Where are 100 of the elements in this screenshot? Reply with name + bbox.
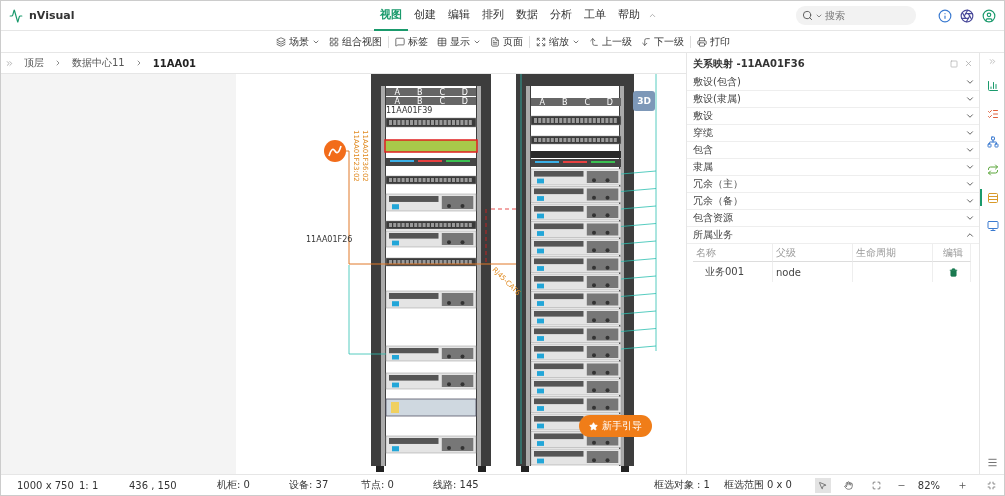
menu-tab[interactable]: 工单 xyxy=(578,1,612,31)
port-label: D xyxy=(606,98,613,107)
delete-icon[interactable] xyxy=(948,267,958,277)
toolbar-button[interactable]: 页面 xyxy=(486,34,526,49)
pointer-tool[interactable] xyxy=(814,477,831,493)
breadcrumb-item[interactable]: 数据中心11 xyxy=(72,56,125,70)
monitor-icon xyxy=(987,219,999,232)
list-icon xyxy=(987,107,999,120)
port-label: C xyxy=(439,97,446,106)
toolbar-button[interactable]: 缩放 xyxy=(532,34,583,49)
toolbar-button[interactable]: 场景 xyxy=(272,34,323,49)
port-label: D xyxy=(461,88,468,97)
accordion-header[interactable]: 冗余（主） xyxy=(687,176,979,193)
settings-icon[interactable] xyxy=(960,8,974,23)
section-label: 包含资源 xyxy=(693,211,733,225)
level-down-icon xyxy=(640,36,651,47)
search-field[interactable]: 搜索 xyxy=(825,10,895,21)
rack-foot xyxy=(478,466,486,472)
menu-tab[interactable]: 创建 xyxy=(408,1,442,31)
printer-icon xyxy=(696,36,707,47)
dashed-link xyxy=(485,208,519,265)
menu-tab[interactable]: 分析 xyxy=(544,1,578,31)
section-label: 冗余（备） xyxy=(693,194,743,208)
column-header: 名称 xyxy=(693,244,773,262)
menu-tab[interactable]: 数据 xyxy=(510,1,544,31)
fit-icon[interactable] xyxy=(871,480,881,490)
close-icon[interactable] xyxy=(964,59,973,68)
port-label: D xyxy=(461,97,468,106)
column-header: 生命周期 xyxy=(853,244,933,262)
port-label: B xyxy=(417,97,423,106)
status-count: 节点: 0 xyxy=(361,478,395,492)
chevron-icon xyxy=(54,59,62,67)
section-label: 敷设(包含) xyxy=(693,75,741,89)
table-cell: 业务001 xyxy=(693,262,773,282)
toolbar-button[interactable]: 打印 xyxy=(693,34,733,49)
toolbar-button[interactable]: 组合视图 xyxy=(325,34,385,49)
accordion-header[interactable]: 隶属 xyxy=(687,159,979,176)
port-label: C xyxy=(584,98,591,107)
accordion-header[interactable]: 敷设(包含) xyxy=(687,74,979,91)
panel-title: 关系映射 -11AA01F36 xyxy=(693,56,805,71)
toolbar-button[interactable]: 显示 xyxy=(433,34,484,49)
port-label: B xyxy=(417,88,423,97)
toolbar-button[interactable]: 标签 xyxy=(391,34,431,49)
accordion-header[interactable]: 敷设 xyxy=(687,108,979,125)
zoom-icon xyxy=(535,36,546,47)
rack-label: 11AA01F39 xyxy=(386,106,433,115)
section-label: 穿缆 xyxy=(693,126,713,140)
tag-icon xyxy=(394,36,405,47)
star-icon xyxy=(589,421,598,431)
chart-icon xyxy=(987,79,999,92)
search-bar[interactable]: 搜索 xyxy=(796,6,916,25)
info-icon[interactable] xyxy=(938,8,952,23)
fullscreen-icon[interactable] xyxy=(987,480,996,490)
accordion-header[interactable]: 穿缆 xyxy=(687,125,979,142)
column-header: 编辑 xyxy=(933,244,971,262)
accordion-header[interactable]: 敷设(隶属) xyxy=(687,91,979,108)
section-label: 敷设 xyxy=(693,109,713,123)
repeat-icon xyxy=(987,163,999,176)
selection-info: 框选范围 0 x 0 xyxy=(723,478,793,492)
toolbar-button[interactable]: 上一级 xyxy=(585,34,635,49)
menu-tab[interactable]: 视图 xyxy=(374,1,408,31)
section-label: 敷设(隶属) xyxy=(693,92,741,106)
status-text: 436 , 150 xyxy=(129,479,178,491)
search-icon xyxy=(802,10,813,21)
page-icon xyxy=(489,36,500,47)
accordion-header[interactable]: 包含资源 xyxy=(687,210,979,227)
menu-tab[interactable]: 帮助 xyxy=(612,1,646,31)
section-label: 所属业务 xyxy=(693,228,733,242)
zoom-level: 82% xyxy=(917,479,940,491)
section-label: 冗余（主） xyxy=(693,177,743,191)
network-icon xyxy=(987,135,999,148)
level-up-icon xyxy=(588,36,599,47)
breadcrumb-item[interactable]: 顶层 xyxy=(24,56,44,70)
menu-tab[interactable]: 排列 xyxy=(476,1,510,31)
section-label: 包含 xyxy=(693,143,713,157)
hand-icon xyxy=(844,480,854,490)
zoom-in-icon[interactable] xyxy=(958,480,967,490)
accordion-header[interactable]: 包含 xyxy=(687,142,979,159)
table-icon xyxy=(436,36,447,47)
port-label: A xyxy=(394,97,400,106)
status-count: 设备: 37 xyxy=(289,478,330,492)
breadcrumb-item[interactable]: 11AA01 xyxy=(152,57,197,69)
toolbar-button[interactable]: 下一级 xyxy=(637,34,687,49)
port-label: A xyxy=(394,88,400,97)
status-count: 机柜: 0 xyxy=(217,478,251,492)
connection-icon[interactable] xyxy=(324,140,346,162)
menu-tab[interactable]: 编辑 xyxy=(442,1,476,31)
port-label: A xyxy=(539,98,545,107)
grid-icon xyxy=(328,36,339,47)
accordion-header[interactable]: 所属业务 xyxy=(687,227,979,244)
rows-icon xyxy=(987,191,999,204)
table-cell: node xyxy=(773,262,853,282)
rack-foot xyxy=(376,466,384,472)
accordion-header[interactable]: 冗余（备） xyxy=(687,193,979,210)
menu-icon[interactable] xyxy=(986,457,998,468)
user-icon[interactable] xyxy=(982,8,996,23)
pointer-icon xyxy=(818,480,828,490)
selection-info: 框选对象 : 1 xyxy=(653,478,711,492)
rack-foot xyxy=(621,466,629,472)
collapse-icon[interactable] xyxy=(648,11,657,20)
